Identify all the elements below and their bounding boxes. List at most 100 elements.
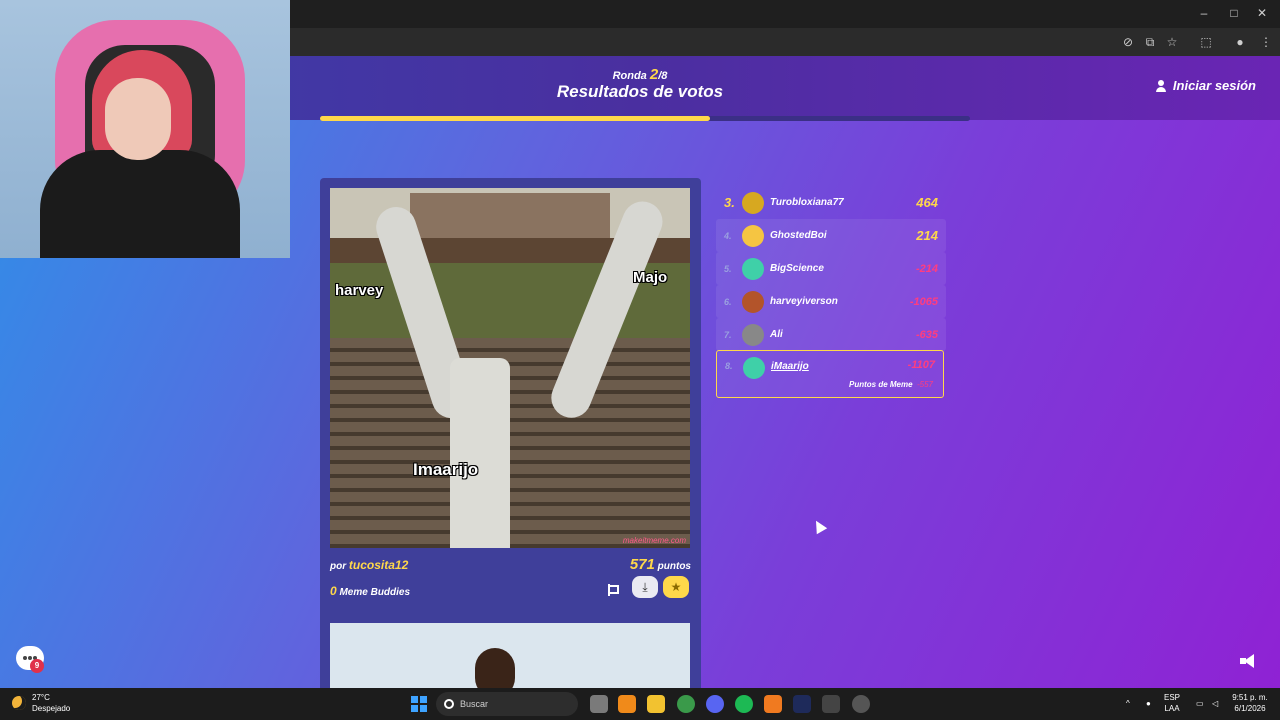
- chat-badge: 9: [30, 659, 44, 673]
- network-icon[interactable]: ▭: [1196, 698, 1204, 709]
- player-name[interactable]: GhostedBoi: [770, 230, 916, 241]
- meme-label-harvey: harvey: [335, 282, 384, 299]
- extensions-icon[interactable]: ⬚: [1198, 34, 1214, 50]
- save-meme-button[interactable]: ⤓: [632, 576, 658, 598]
- meme-points: 571 puntos: [630, 556, 691, 573]
- moon-icon: [12, 696, 26, 710]
- minimize-icon[interactable]: –: [1194, 6, 1214, 20]
- taskbar: 27°C Despejado Buscar ^ ● ESP LAA ▭ ◁ 9:…: [0, 688, 1280, 720]
- mouse-cursor: [810, 517, 828, 535]
- cast-icon[interactable]: ⧉: [1142, 34, 1158, 50]
- player-rank: 3.: [724, 195, 735, 210]
- chrome-icon[interactable]: [677, 695, 695, 713]
- volume-icon[interactable]: ◁: [1212, 698, 1218, 709]
- file-explorer-icon[interactable]: [647, 695, 665, 713]
- meme-image: harvey Majo Imaarijo makeitmeme.com: [330, 188, 690, 548]
- tray-chevron-icon[interactable]: ^: [1126, 698, 1130, 709]
- me-avatar: [743, 357, 765, 379]
- round-indicator: Ronda 2/8: [560, 66, 720, 83]
- login-button[interactable]: Iniciar sesión: [1155, 78, 1256, 93]
- spotify-icon[interactable]: [735, 695, 753, 713]
- meme-buddies: 0 Meme Buddies: [330, 584, 410, 598]
- page-title: Resultados de votos: [556, 82, 724, 101]
- star-icon: ★: [670, 580, 682, 594]
- weather-desc: Despejado: [32, 704, 71, 713]
- round-total: /8: [658, 70, 668, 82]
- meme-card: harvey Majo Imaarijo makeitmeme.com por …: [320, 178, 701, 688]
- player-score: -214: [915, 262, 938, 275]
- profile-icon[interactable]: ●: [1232, 34, 1248, 50]
- bookmark-star-icon[interactable]: ☆: [1164, 34, 1180, 50]
- leaderboard-row: 7. Ali -635: [716, 318, 946, 351]
- player-avatar: [742, 257, 764, 280]
- weather-temp: 27°C: [32, 693, 50, 702]
- photoshop-icon[interactable]: [793, 695, 811, 713]
- user-icon: [1155, 79, 1167, 92]
- maximize-icon[interactable]: □: [1224, 6, 1244, 20]
- weather-widget[interactable]: 27°C Despejado: [12, 692, 70, 714]
- round-current: 2: [649, 66, 659, 83]
- player-name[interactable]: harveyiverson: [770, 296, 910, 307]
- clock-date: 6/1/2026: [1234, 704, 1266, 713]
- speaker-icon[interactable]: [1240, 654, 1256, 668]
- meme-points-label: Puntos de Meme: [849, 380, 913, 389]
- player-score: -1065: [909, 295, 938, 308]
- app-bars-icon[interactable]: [822, 695, 840, 713]
- round-progress-bar: [320, 116, 970, 121]
- login-label: Iniciar sesión: [1172, 78, 1256, 93]
- vlc-icon[interactable]: [618, 695, 636, 713]
- mic-icon[interactable]: ●: [1146, 698, 1151, 709]
- clock[interactable]: 9:51 p. m. 6/1/2026: [1228, 692, 1272, 714]
- lang-layout: LAA: [1164, 704, 1180, 713]
- player-avatar: [742, 224, 764, 247]
- player-avatar: [742, 290, 764, 313]
- eye-off-icon[interactable]: ⊘: [1120, 34, 1136, 50]
- meme-label-imaarijo: Imaarijo: [413, 460, 479, 479]
- discord-icon[interactable]: [706, 695, 724, 713]
- round-progress-fill: [320, 116, 710, 121]
- search-placeholder: Buscar: [460, 699, 489, 709]
- download-icon: ⤓: [642, 579, 648, 594]
- meme-label-majo: Majo: [633, 269, 668, 286]
- close-icon[interactable]: ✕: [1252, 6, 1272, 20]
- player-name[interactable]: BigScience: [770, 263, 916, 274]
- leaderboard-row: 6. harveyiverson -1065: [716, 285, 946, 318]
- player-rank: 6.: [724, 296, 732, 307]
- windows-start-icon[interactable]: [411, 696, 427, 712]
- player-score: 214: [916, 228, 938, 243]
- current-player-row: 8. iMaarijo -1107 Puntos de Meme -557: [716, 350, 944, 398]
- me-name[interactable]: iMaarijo: [771, 361, 809, 372]
- player-avatar: [742, 191, 764, 214]
- me-score: -1107: [907, 359, 935, 371]
- meme-author[interactable]: tucosita12: [349, 558, 408, 572]
- favorite-button[interactable]: ★: [663, 576, 689, 598]
- buddies-count: 0: [330, 584, 337, 598]
- by-prefix: por: [330, 561, 347, 572]
- leaderboard-row: 4. GhostedBoi 214: [716, 219, 946, 252]
- more-menu-icon[interactable]: ⋮: [1258, 34, 1274, 50]
- player-score: 464: [916, 195, 938, 210]
- webcam-overlay: [0, 0, 290, 258]
- obs-icon[interactable]: [852, 695, 870, 713]
- leaderboard-row: 3. Turobloxiana77 464: [716, 186, 946, 219]
- player-avatar: [742, 323, 764, 346]
- player-name[interactable]: Turobloxiana77: [770, 197, 916, 208]
- meme-watermark: makeitmeme.com: [622, 536, 686, 545]
- search-icon: [444, 699, 454, 709]
- meme-byline: por tucosita12: [330, 558, 408, 572]
- leaderboard-row: 5. BigScience -214: [716, 252, 946, 285]
- player-score: -635: [915, 328, 938, 341]
- leaderboard: 3. Turobloxiana77 464 4. GhostedBoi 214 5. BigS…: [716, 186, 946, 351]
- task-view-icon[interactable]: [590, 695, 608, 713]
- player-rank: 5.: [724, 263, 732, 274]
- player-name[interactable]: Ali: [770, 329, 916, 340]
- taskbar-search[interactable]: Buscar: [436, 692, 578, 716]
- language-indicator[interactable]: ESP LAA: [1164, 692, 1180, 714]
- flag-icon[interactable]: [608, 584, 619, 596]
- meme-points-value: -557: [916, 380, 933, 389]
- lang-code: ESP: [1164, 693, 1181, 702]
- clock-time: 9:51 p. m.: [1232, 693, 1268, 702]
- buddies-label: Meme Buddies: [339, 587, 411, 598]
- points-label: puntos: [657, 561, 691, 572]
- app-a-icon[interactable]: [764, 695, 782, 713]
